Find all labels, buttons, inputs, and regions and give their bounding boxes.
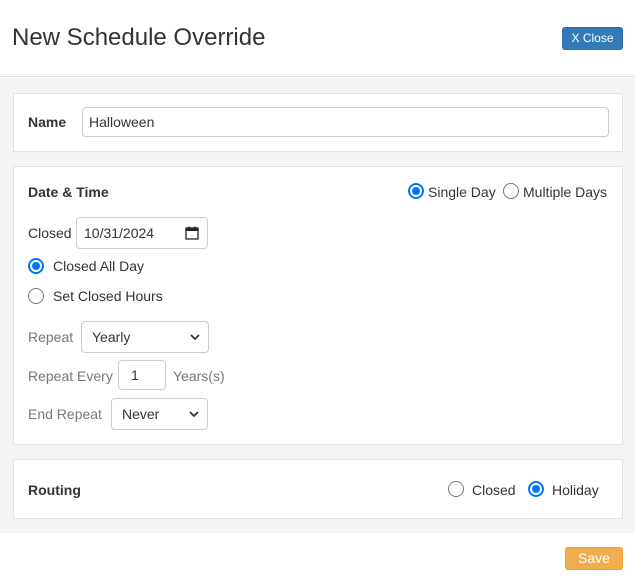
end-repeat-value: Never — [122, 406, 160, 422]
end-repeat-select[interactable]: Never — [111, 398, 208, 430]
single-day-radio[interactable] — [408, 183, 424, 199]
closed-date-input[interactable]: 10/31/2024 — [76, 217, 208, 249]
routing-label: Routing — [28, 482, 81, 498]
name-panel: Name — [13, 93, 623, 152]
routing-panel: Routing Closed Holiday — [13, 459, 623, 519]
repeat-value: Yearly — [92, 329, 131, 345]
routing-closed-radio[interactable] — [448, 481, 464, 497]
name-label: Name — [28, 114, 67, 130]
closed-all-day-label: Closed All Day — [53, 258, 145, 274]
chevron-down-icon — [190, 334, 200, 341]
routing-holiday-radio[interactable] — [528, 481, 544, 497]
repeat-select[interactable]: Yearly — [81, 321, 209, 353]
save-button[interactable]: Save — [565, 547, 623, 570]
repeat-every-unit: Years(s) — [173, 368, 225, 384]
repeat-every-label: Repeat Every — [28, 368, 113, 384]
page-title: New Schedule Override — [12, 24, 266, 51]
date-time-label: Date & Time — [28, 184, 109, 200]
repeat-label: Repeat — [28, 329, 74, 345]
closed-date-value: 10/31/2024 — [84, 225, 155, 241]
closed-all-day-radio[interactable] — [28, 258, 44, 274]
multiple-days-label: Multiple Days — [523, 184, 608, 200]
chevron-down-icon — [189, 411, 199, 418]
modal-footer: Save — [0, 533, 635, 580]
closed-date-label: Closed — [28, 225, 72, 241]
multiple-days-radio[interactable] — [503, 183, 519, 199]
name-input[interactable] — [82, 107, 609, 137]
calendar-icon[interactable] — [185, 226, 199, 240]
single-day-label: Single Day — [428, 184, 496, 200]
routing-holiday-label: Holiday — [552, 482, 599, 498]
date-time-panel: Date & Time Single Day Multiple Days Clo… — [13, 166, 623, 445]
repeat-every-input[interactable] — [118, 360, 166, 390]
set-closed-hours-label: Set Closed Hours — [53, 288, 163, 304]
close-button[interactable]: X Close — [562, 27, 623, 50]
modal-body: Name Date & Time Single Day Multiple Day… — [0, 78, 635, 533]
routing-closed-label: Closed — [472, 482, 516, 498]
modal-header: New Schedule Override X Close — [0, 0, 635, 77]
end-repeat-label: End Repeat — [28, 406, 102, 422]
set-closed-hours-radio[interactable] — [28, 288, 44, 304]
